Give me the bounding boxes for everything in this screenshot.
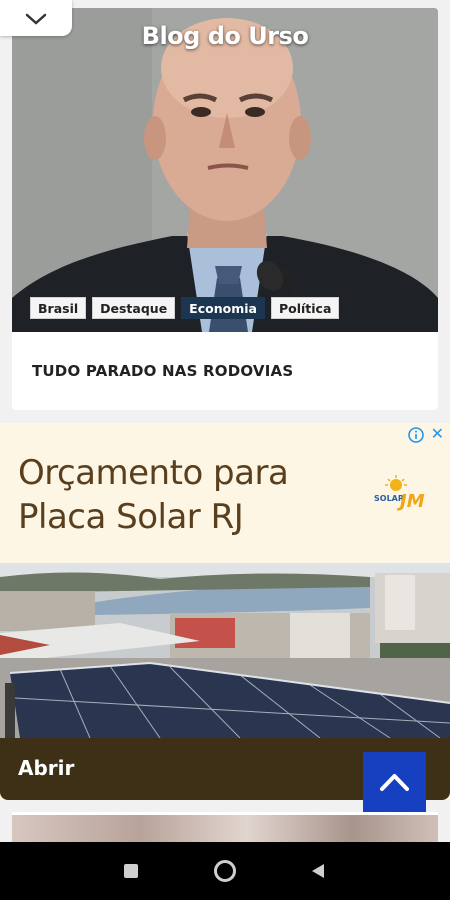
ad-banner[interactable]: ✕ Orçamento para Placa Solar RJ SOLAR JM	[0, 423, 450, 800]
circle-icon[interactable]	[214, 860, 236, 882]
square-icon[interactable]	[124, 864, 138, 878]
triangle-back-icon[interactable]	[311, 863, 325, 879]
article-card[interactable]: Blog do Urso Brasil Destaque Economia Po…	[12, 8, 438, 410]
info-icon[interactable]	[408, 427, 424, 443]
chevron-up-icon	[380, 774, 409, 791]
tag-brasil[interactable]: Brasil	[30, 297, 87, 319]
tag-politica[interactable]: Política	[270, 297, 340, 319]
article-headline[interactable]: TUDO PARADO NAS RODOVIAS	[32, 362, 293, 380]
collapse-header-button[interactable]	[0, 0, 72, 36]
system-navigation-bar	[0, 842, 450, 900]
tag-list: Brasil Destaque Economia Política	[30, 297, 340, 319]
ad-headline-line-1: Orçamento para	[18, 453, 289, 493]
article-photo[interactable]: Blog do Urso Brasil Destaque Economia Po…	[12, 8, 438, 332]
logo-big-text: JM	[397, 491, 425, 512]
close-icon[interactable]: ✕	[431, 424, 444, 443]
portrait-illustration	[12, 8, 438, 332]
ad-headline[interactable]: Orçamento para Placa Solar RJ	[18, 451, 328, 539]
next-article-card[interactable]	[12, 812, 438, 842]
site-title: Blog do Urso	[141, 22, 309, 50]
scroll-to-top-button[interactable]	[363, 752, 426, 815]
chevron-down-icon	[25, 13, 47, 25]
tag-economia[interactable]: Economia	[181, 297, 265, 319]
ad-image[interactable]	[0, 563, 450, 738]
ad-open-button[interactable]: Abrir	[18, 756, 74, 780]
ad-headline-line-2: Placa Solar RJ	[18, 497, 244, 537]
tag-destaque[interactable]: Destaque	[92, 297, 176, 319]
solar-panels-photo	[0, 563, 450, 738]
advertiser-logo: SOLAR JM	[374, 475, 425, 512]
